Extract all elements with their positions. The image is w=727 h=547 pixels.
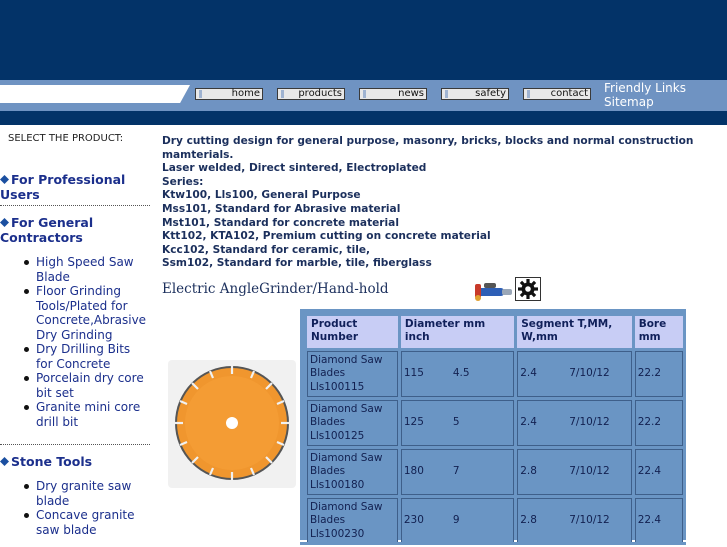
- header-side-links: Friendly Links Sitemap: [604, 81, 686, 109]
- stone-tools-list: Dry granite saw blade Concave granite sa…: [24, 479, 148, 537]
- gear-icon: [518, 279, 538, 299]
- cell-seg-w: 7/10/12: [569, 514, 610, 527]
- select-product-label: SELECT THE PRODUCT:: [8, 133, 124, 144]
- description-line: Mst101, Standard for concrete material: [162, 216, 399, 229]
- category-professional-users[interactable]: For Professional Users: [0, 172, 150, 202]
- section-title: Electric AngleGrinder/Hand-hold: [162, 281, 389, 297]
- nav-home-button[interactable]: home: [195, 88, 263, 100]
- nav-products-button[interactable]: products: [277, 88, 345, 100]
- product-description: Dry cutting design for general purpose, …: [162, 135, 694, 271]
- cell-seg-w: 7/10/12: [569, 416, 610, 429]
- diamond-bullet-icon: [0, 175, 9, 184]
- cell-dia-inch: 5: [452, 416, 460, 429]
- cell-bore: 22.4: [634, 449, 683, 495]
- sidebar-item-dry-drilling-bits[interactable]: Dry Drilling Bits for Concrete: [24, 342, 148, 371]
- nav-bottom-strip: [0, 111, 727, 125]
- table-row: Diamond Saw Blades Lls100230 230 9 2.8 7/1…: [307, 498, 683, 544]
- cell-product-name: Diamond Saw Blades Lls100230: [307, 498, 398, 544]
- nav-safety-button[interactable]: safety: [441, 88, 509, 100]
- description-line: Dry cutting design for general purpose, …: [162, 135, 694, 147]
- sidebar-item-floor-grinding-tools[interactable]: Floor Grinding Tools/Plated for Concrete…: [24, 284, 148, 342]
- cell-seg-t: 2.8: [520, 465, 537, 478]
- cell-dia-inch: 7: [452, 465, 460, 478]
- description-line: Laser welded, Direct sintered, Electropl…: [162, 162, 427, 175]
- header-diameter: Diameter mm inch: [400, 316, 515, 348]
- category-label: For Professional Users: [0, 172, 126, 202]
- cell-seg-w: 7/10/12: [569, 367, 610, 380]
- diamond-bullet-icon: [0, 218, 9, 227]
- category-general-contractors[interactable]: For General Contractors: [0, 215, 150, 245]
- cell-product-name: Diamond Saw Blades Lls100125: [307, 400, 398, 446]
- table-row: Diamond Saw Blades Lls100180 180 7 2.8 7/1…: [307, 449, 683, 495]
- general-contractors-list: High Speed Saw Blade Floor Grinding Tool…: [24, 255, 148, 429]
- cell-segment: 2.4 7/10/12: [517, 400, 632, 446]
- cell-bore: 22.2: [634, 400, 683, 446]
- cell-seg-w: 7/10/12: [569, 465, 610, 478]
- product-table-wrapper: Product Number Diameter mm inch Segment …: [300, 309, 686, 544]
- description-line: Ktw100, Lls100, General Purpose: [162, 189, 361, 202]
- description-line: Ssm102, Standard for marble, tile, fiber…: [162, 257, 432, 270]
- cell-segment: 2.8 7/10/12: [517, 449, 632, 495]
- table-row: Diamond Saw Blades Lls100115 115 4.5 2.4 7…: [307, 351, 683, 397]
- table-header-row: Product Number Diameter mm inch Segment …: [307, 316, 683, 348]
- cell-dia-inch: 9: [452, 514, 460, 527]
- category-label: For General Contractors: [0, 215, 94, 245]
- header-product-number: Product Number: [307, 316, 398, 348]
- description-line: Ktt102, KTA102, Premium cutting on concr…: [162, 230, 491, 243]
- cell-dia-inch: 4.5: [452, 367, 470, 380]
- gear-icon-box: [515, 277, 541, 301]
- cell-seg-t: 2.8: [520, 514, 537, 527]
- sidebar-item-granite-mini-core-bit[interactable]: Granite mini core drill bit: [24, 400, 148, 429]
- divider: [0, 205, 150, 206]
- cell-dia-mm: 125: [403, 416, 424, 429]
- cell-seg-t: 2.4: [520, 367, 537, 380]
- nav-news-button[interactable]: news: [359, 88, 427, 100]
- cell-bore: 22.4: [634, 498, 683, 544]
- description-line: mamterials.: [162, 148, 234, 161]
- nav-search-strip: [0, 85, 180, 103]
- sidebar-item-porcelain-core-bit[interactable]: Porcelain dry core bit set: [24, 371, 148, 400]
- cell-product-name: Diamond Saw Blades Lls100115: [307, 351, 398, 397]
- sidebar-item-high-speed-saw-blade[interactable]: High Speed Saw Blade: [24, 255, 148, 284]
- saw-blade-icon: [175, 366, 289, 480]
- description-line: Series:: [162, 175, 204, 188]
- divider: [0, 444, 150, 445]
- description-line: Mss101, Standard for Abrasive material: [162, 202, 401, 215]
- cell-dia-mm: 230: [403, 514, 424, 527]
- header-banner: [0, 0, 727, 80]
- category-label: Stone Tools: [11, 454, 93, 469]
- cell-diameter: 230 9: [400, 498, 515, 544]
- nav-contact-button[interactable]: contact: [523, 88, 591, 100]
- friendly-links-link[interactable]: Friendly Links: [604, 81, 686, 95]
- cell-diameter: 125 5: [400, 400, 515, 446]
- cell-dia-mm: 115: [403, 367, 424, 380]
- header-bore: Bore mm: [634, 316, 683, 348]
- category-stone-tools[interactable]: Stone Tools: [0, 454, 150, 469]
- cell-dia-mm: 180: [403, 465, 424, 478]
- diamond-bullet-icon: [0, 457, 9, 466]
- saw-blade-image: [168, 360, 296, 488]
- sidebar-item-dry-granite-saw-blade[interactable]: Dry granite saw blade: [24, 479, 148, 508]
- product-table: Product Number Diameter mm inch Segment …: [304, 313, 686, 547]
- header-segment: Segment T,MM, W,mm: [517, 316, 632, 348]
- cell-segment: 2.4 7/10/12: [517, 351, 632, 397]
- cell-segment: 2.8 7/10/12: [517, 498, 632, 544]
- angle-grinder-icon: [475, 283, 512, 301]
- description-line: Kcc102, Standard for ceramic, tile,: [162, 243, 371, 256]
- cell-diameter: 115 4.5: [400, 351, 515, 397]
- sidebar-item-concave-granite-saw-blade[interactable]: Concave granite saw blade: [24, 508, 148, 537]
- cell-bore: 22.2: [634, 351, 683, 397]
- cell-seg-t: 2.4: [520, 416, 537, 429]
- table-row: Diamond Saw Blades Lls100125 125 5 2.4 7/1…: [307, 400, 683, 446]
- cell-product-name: Diamond Saw Blades Lls100180: [307, 449, 398, 495]
- cell-diameter: 180 7: [400, 449, 515, 495]
- sitemap-link[interactable]: Sitemap: [604, 95, 686, 109]
